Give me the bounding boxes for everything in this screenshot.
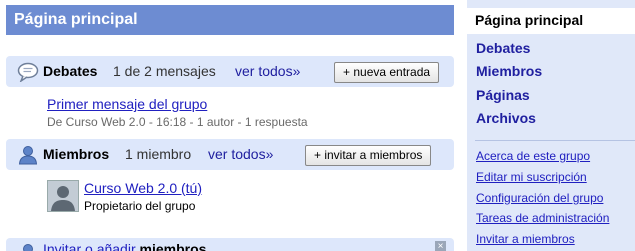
sidebar-item-home[interactable]: Página principal <box>467 8 635 34</box>
members-view-all-link[interactable]: ver todos» <box>208 146 273 162</box>
invite-members-link[interactable]: Invitar a miembros <box>476 232 609 251</box>
invite-banner-link[interactable]: Invitar o añadir miembros <box>43 241 206 251</box>
person-icon <box>17 145 39 165</box>
about-group-link[interactable]: Acerca de este grupo <box>476 149 609 170</box>
member-role: Propietario del grupo <box>84 199 196 213</box>
debates-title: Debates <box>43 63 98 79</box>
sidebar-item-members[interactable]: Miembros <box>476 63 542 86</box>
avatar <box>47 180 79 212</box>
list-item: Primer mensaje del grupo De Curso Web 2.… <box>47 96 308 129</box>
sidebar-links: Acerca de este grupo Editar mi suscripci… <box>476 149 609 251</box>
speech-bubble-icon <box>17 62 39 83</box>
sidebar-divider <box>475 140 635 141</box>
page-title: Página principal <box>6 5 454 35</box>
sidebar-nav: Debates Miembros Páginas Archivos <box>476 40 542 133</box>
post-title-link[interactable]: Primer mensaje del grupo <box>47 96 308 112</box>
sidebar-item-files[interactable]: Archivos <box>476 110 542 133</box>
sidebar-item-debates[interactable]: Debates <box>476 40 542 63</box>
sidebar-item-pages[interactable]: Páginas <box>476 87 542 110</box>
person-icon <box>17 243 39 251</box>
members-section-bar: Miembros 1 miembro ver todos» + invitar … <box>6 139 454 170</box>
admin-tasks-link[interactable]: Tareas de administración <box>476 211 609 232</box>
edit-subscription-link[interactable]: Editar mi suscripción <box>476 170 609 191</box>
new-post-button[interactable]: + nueva entrada <box>334 62 440 83</box>
groups-page: Página principal Debates 1 de 2 mensajes… <box>0 0 635 251</box>
sidebar: Página principal Debates Miembros Página… <box>467 0 635 251</box>
group-settings-link[interactable]: Configuración del grupo <box>476 191 609 212</box>
member-name-link[interactable]: Curso Web 2.0 (tú) <box>84 180 202 196</box>
debates-view-all-link[interactable]: ver todos» <box>235 63 300 79</box>
main-column: Página principal Debates 1 de 2 mensajes… <box>6 0 454 251</box>
members-title: Miembros <box>43 146 110 162</box>
post-meta: De Curso Web 2.0 - 16:18 - 1 autor - 1 r… <box>47 115 308 129</box>
close-icon[interactable]: × <box>435 241 446 251</box>
invite-banner-prefix: Invitar o añadir <box>43 241 140 251</box>
debates-section-bar: Debates 1 de 2 mensajes ver todos» + nue… <box>6 56 454 87</box>
invite-banner: Invitar o añadir miembros × <box>6 238 454 251</box>
members-count: 1 miembro <box>125 146 192 162</box>
invite-members-button[interactable]: + invitar a miembros <box>305 145 432 166</box>
invite-banner-bold: miembros <box>139 241 207 251</box>
debates-count: 1 de 2 mensajes <box>113 63 216 79</box>
